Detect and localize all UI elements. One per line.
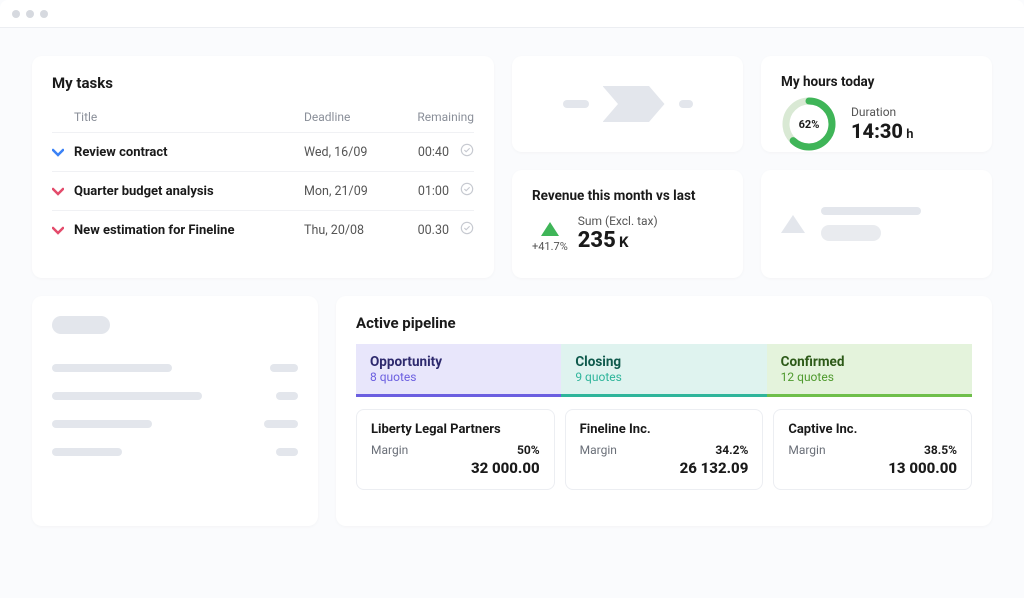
- deal-client: Captive Inc.: [788, 422, 957, 437]
- margin-label: Margin: [788, 443, 825, 457]
- deal-amount: 26 132.09: [580, 459, 749, 477]
- placeholder-pill: [821, 225, 881, 241]
- dashboard-content: My tasks Title Deadline Remaining Review…: [0, 28, 1024, 550]
- margin-value: 38.5%: [924, 443, 957, 457]
- task-remaining: 00.30: [394, 223, 449, 238]
- tasks-title: My tasks: [52, 74, 474, 92]
- app-window: My tasks Title Deadline Remaining Review…: [0, 0, 1024, 598]
- stage-count: 9 quotes: [575, 370, 752, 384]
- task-deadline: Wed, 16/09: [304, 145, 394, 160]
- task-title: Review contract: [74, 145, 304, 160]
- task-deadline: Mon, 21/09: [304, 184, 394, 199]
- trend-up-icon: [541, 222, 559, 236]
- tasks-header-deadline: Deadline: [304, 110, 394, 124]
- revenue-card: Revenue this month vs last +41.7% Sum (E…: [512, 170, 743, 278]
- task-row[interactable]: Quarter budget analysis Mon, 21/09 01:00: [52, 171, 474, 210]
- deal-card[interactable]: Captive Inc. Margin 38.5% 13 000.00: [773, 409, 972, 490]
- task-row[interactable]: New estimation for Fineline Thu, 20/08 0…: [52, 210, 474, 249]
- stage-name: Confirmed: [781, 354, 958, 370]
- margin-value: 50%: [517, 443, 540, 457]
- expand-icon[interactable]: [52, 147, 74, 157]
- task-deadline: Thu, 20/08: [304, 223, 394, 238]
- revenue-sublabel: Sum (Excl. tax): [578, 214, 658, 228]
- margin-value: 34.2%: [715, 443, 748, 457]
- revenue-percent: +41.7%: [532, 240, 568, 253]
- deal-client: Liberty Legal Partners: [371, 422, 540, 437]
- arrow-icon: [603, 86, 665, 122]
- placeholder-pill: [52, 316, 110, 334]
- placeholder-bar: [821, 207, 921, 215]
- placeholder-card: [761, 170, 992, 278]
- placeholder-bar: [679, 100, 693, 108]
- deal-amount: 13 000.00: [788, 459, 957, 477]
- stage-opportunity[interactable]: Opportunity 8 quotes: [356, 344, 561, 397]
- hours-percent: 62%: [781, 96, 837, 152]
- stage-name: Closing: [575, 354, 752, 370]
- expand-icon[interactable]: [52, 225, 74, 235]
- duration-label: Duration: [851, 105, 913, 119]
- task-title: Quarter budget analysis: [74, 184, 304, 199]
- deal-card[interactable]: Liberty Legal Partners Margin 50% 32 000…: [356, 409, 555, 490]
- revenue-value: 235: [578, 228, 616, 253]
- revenue-unit: K: [619, 233, 629, 251]
- tasks-headers: Title Deadline Remaining: [52, 106, 474, 132]
- duration-unit: h: [906, 127, 913, 142]
- expand-icon[interactable]: [52, 186, 74, 196]
- hours-title: My hours today: [781, 74, 972, 90]
- placeholder-bar: [563, 100, 589, 108]
- task-complete-icon[interactable]: [449, 182, 474, 200]
- stage-closing[interactable]: Closing 9 quotes: [561, 344, 766, 397]
- deal-client: Fineline Inc.: [580, 422, 749, 437]
- pipeline-stages: Opportunity 8 quotes Closing 9 quotes Co…: [356, 344, 972, 397]
- tasks-header-title: Title: [74, 110, 304, 124]
- pipeline-card: Active pipeline Opportunity 8 quotes Clo…: [336, 296, 992, 526]
- task-remaining: 00:40: [394, 145, 449, 160]
- placeholder-panel: [32, 296, 318, 526]
- task-complete-icon[interactable]: [449, 221, 474, 239]
- window-control-max[interactable]: [40, 10, 48, 18]
- tasks-header-remaining: Remaining: [394, 110, 474, 124]
- duration-value: 14:30: [851, 119, 903, 143]
- window-titlebar: [0, 0, 1024, 28]
- pipeline-title: Active pipeline: [356, 314, 972, 332]
- deal-card[interactable]: Fineline Inc. Margin 34.2% 26 132.09: [565, 409, 764, 490]
- stage-count: 8 quotes: [370, 370, 547, 384]
- margin-label: Margin: [371, 443, 408, 457]
- window-control-min[interactable]: [26, 10, 34, 18]
- placeholder-card: [512, 56, 743, 152]
- stage-count: 12 quotes: [781, 370, 958, 384]
- window-control-close[interactable]: [12, 10, 20, 18]
- triangle-icon: [781, 215, 805, 233]
- stage-confirmed[interactable]: Confirmed 12 quotes: [767, 344, 972, 397]
- task-complete-icon[interactable]: [449, 143, 474, 161]
- hours-card: My hours today 62% Duration: [761, 56, 992, 152]
- tasks-card: My tasks Title Deadline Remaining Review…: [32, 56, 494, 278]
- stage-name: Opportunity: [370, 354, 547, 370]
- margin-label: Margin: [580, 443, 617, 457]
- task-title: New estimation for Fineline: [74, 223, 304, 238]
- deal-amount: 32 000.00: [371, 459, 540, 477]
- hours-donut: 62%: [781, 96, 837, 152]
- task-row[interactable]: Review contract Wed, 16/09 00:40: [52, 132, 474, 171]
- task-remaining: 01:00: [394, 184, 449, 199]
- revenue-title: Revenue this month vs last: [532, 188, 723, 204]
